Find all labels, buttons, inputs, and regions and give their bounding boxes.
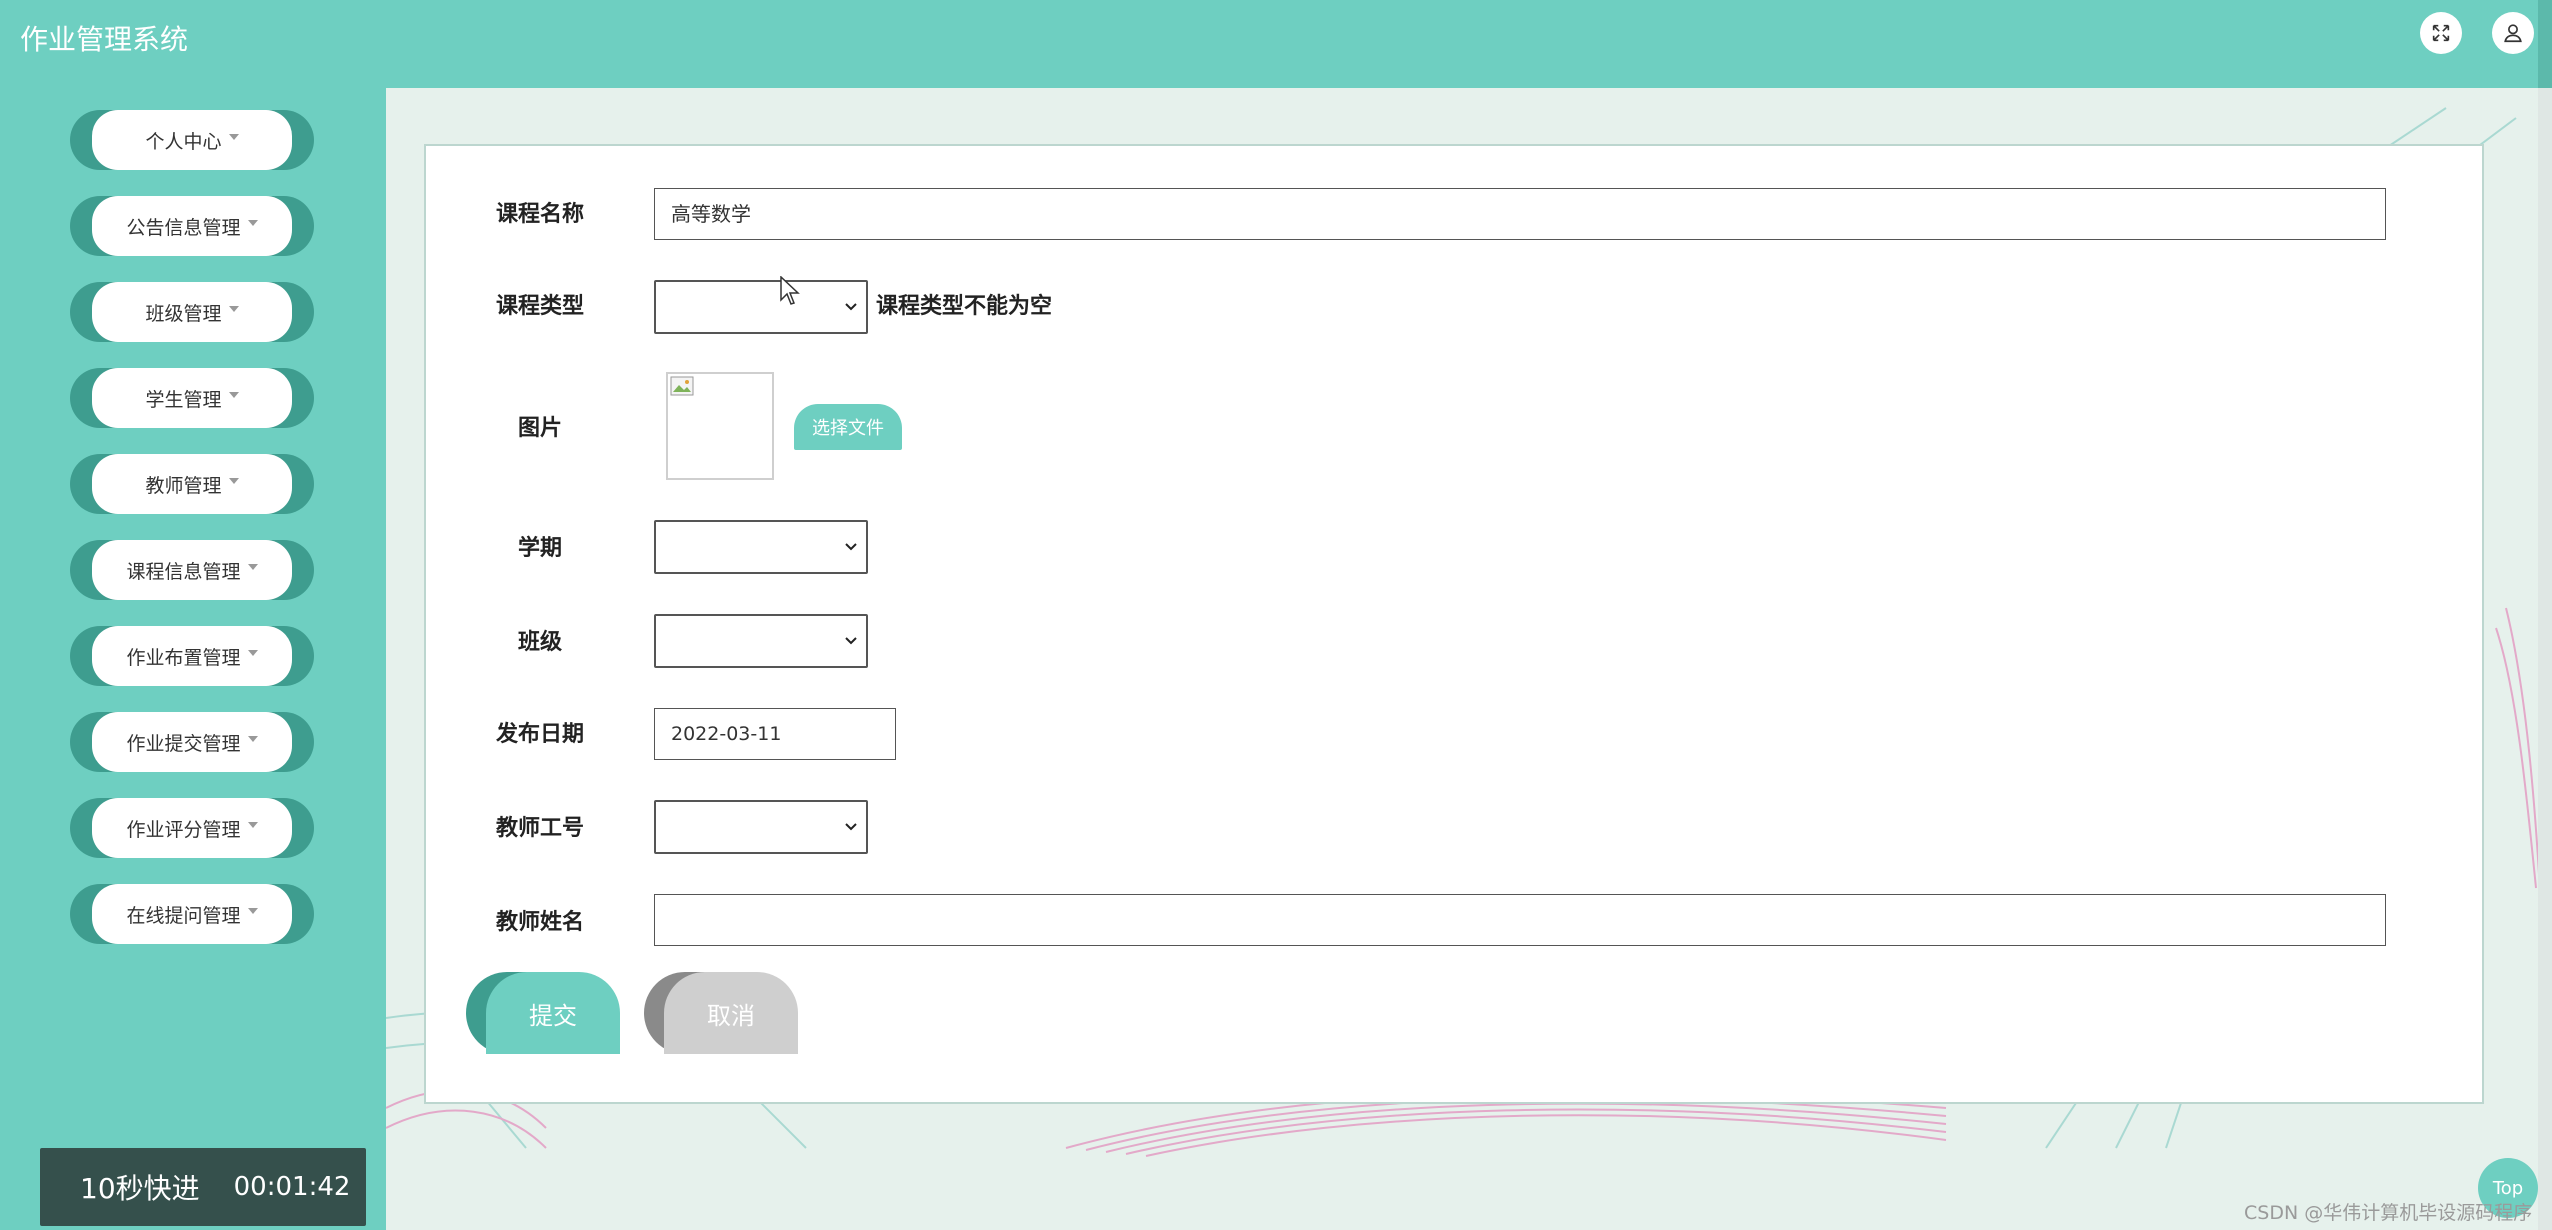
sidebar-item-classes[interactable]: 班级管理 xyxy=(70,282,314,342)
course-name-input[interactable]: 高等数学 xyxy=(654,188,2386,240)
top-header: 作业管理系统 xyxy=(0,0,2552,88)
teacher-id-select[interactable] xyxy=(654,800,868,854)
submit-button[interactable]: 提交 xyxy=(466,972,620,1054)
sidebar-item-label: 学生管理 xyxy=(145,388,222,411)
chevron-down-icon xyxy=(845,823,857,831)
mouse-cursor-icon xyxy=(780,276,800,305)
sidebar-item-announcements[interactable]: 公告信息管理 xyxy=(70,196,314,256)
publish-date-label: 发布日期 xyxy=(495,722,584,747)
caret-down-icon xyxy=(228,306,239,312)
sidebar-item-students[interactable]: 学生管理 xyxy=(70,368,314,428)
user-icon xyxy=(2504,24,2522,43)
course-type-error: 课程类型不能为空 xyxy=(876,294,1053,319)
sidebar-item-homework-grading[interactable]: 作业评分管理 xyxy=(70,798,314,858)
page-scrollbar[interactable] xyxy=(2538,88,2552,1230)
caret-down-icon xyxy=(247,220,258,226)
caret-down-icon xyxy=(228,392,239,398)
user-button[interactable] xyxy=(2492,12,2534,54)
fast-forward-label: 10秒快进 xyxy=(80,1172,200,1205)
course-form: 课程名称 高等数学 课程类型 课程类型不能为空 图片 选择文件 学期 班级 发布… xyxy=(424,144,2484,1104)
sidebar-item-label: 班级管理 xyxy=(145,302,222,325)
sidebar-item-label: 作业提交管理 xyxy=(126,732,241,755)
image-label: 图片 xyxy=(517,416,562,441)
caret-down-icon xyxy=(247,564,258,570)
chevron-down-icon xyxy=(845,303,857,311)
caret-down-icon xyxy=(247,736,258,742)
course-name-label: 课程名称 xyxy=(495,202,584,227)
expand-icon xyxy=(2432,24,2450,42)
fullscreen-button[interactable] xyxy=(2420,12,2462,54)
sidebar-item-label: 在线提问管理 xyxy=(126,904,241,927)
class-select[interactable] xyxy=(654,614,868,668)
choose-file-button[interactable]: 选择文件 xyxy=(794,404,902,450)
broken-image-icon xyxy=(670,376,694,396)
publish-date-input[interactable]: 2022-03-11 xyxy=(654,708,896,760)
teacher-name-input[interactable] xyxy=(654,894,2386,946)
sidebar-item-online-questions[interactable]: 在线提问管理 xyxy=(70,884,314,944)
sidebar-item-label: 个人中心 xyxy=(145,130,222,153)
class-label: 班级 xyxy=(517,630,562,655)
sidebar-item-label: 作业评分管理 xyxy=(126,818,241,841)
main-content: 课程名称 高等数学 课程类型 课程类型不能为空 图片 选择文件 学期 班级 发布… xyxy=(386,88,2552,1230)
teacher-id-label: 教师工号 xyxy=(495,816,584,841)
sidebar: 个人中心 公告信息管理 班级管理 学生管理 教师管理 课程信息管理 作业布置管理… xyxy=(0,88,386,1230)
caret-down-icon xyxy=(247,822,258,828)
chevron-down-icon xyxy=(845,543,857,551)
caret-down-icon xyxy=(228,478,239,484)
watermark: CSDN @华伟计算机毕设源码程序 xyxy=(2244,1202,2533,1224)
course-type-select[interactable] xyxy=(654,280,868,334)
caret-down-icon xyxy=(247,908,258,914)
teacher-name-label: 教师姓名 xyxy=(495,910,584,935)
sidebar-item-teachers[interactable]: 教师管理 xyxy=(70,454,314,514)
sidebar-item-label: 课程信息管理 xyxy=(126,560,241,583)
sidebar-item-label: 作业布置管理 xyxy=(126,646,241,669)
sidebar-item-label: 公告信息管理 xyxy=(126,216,241,239)
submit-label: 提交 xyxy=(486,972,620,1054)
sidebar-item-personal-center[interactable]: 个人中心 xyxy=(70,110,314,170)
sidebar-item-courses[interactable]: 课程信息管理 xyxy=(70,540,314,600)
playback-time: 00:01:42 xyxy=(233,1172,351,1202)
semester-select[interactable] xyxy=(654,520,868,574)
header-scrollbar xyxy=(2538,0,2552,88)
fast-forward-overlay[interactable]: 10秒快进 00:01:42 xyxy=(40,1148,366,1226)
chevron-down-icon xyxy=(845,637,857,645)
sidebar-item-homework-submit[interactable]: 作业提交管理 xyxy=(70,712,314,772)
course-type-label: 课程类型 xyxy=(495,294,584,319)
semester-label: 学期 xyxy=(517,536,562,561)
cancel-button[interactable]: 取消 xyxy=(644,972,798,1054)
image-preview xyxy=(666,372,774,480)
app-title: 作业管理系统 xyxy=(20,23,189,56)
cancel-label: 取消 xyxy=(664,972,798,1054)
sidebar-item-homework-assign[interactable]: 作业布置管理 xyxy=(70,626,314,686)
caret-down-icon xyxy=(228,134,239,140)
sidebar-item-label: 教师管理 xyxy=(145,474,222,497)
caret-down-icon xyxy=(247,650,258,656)
